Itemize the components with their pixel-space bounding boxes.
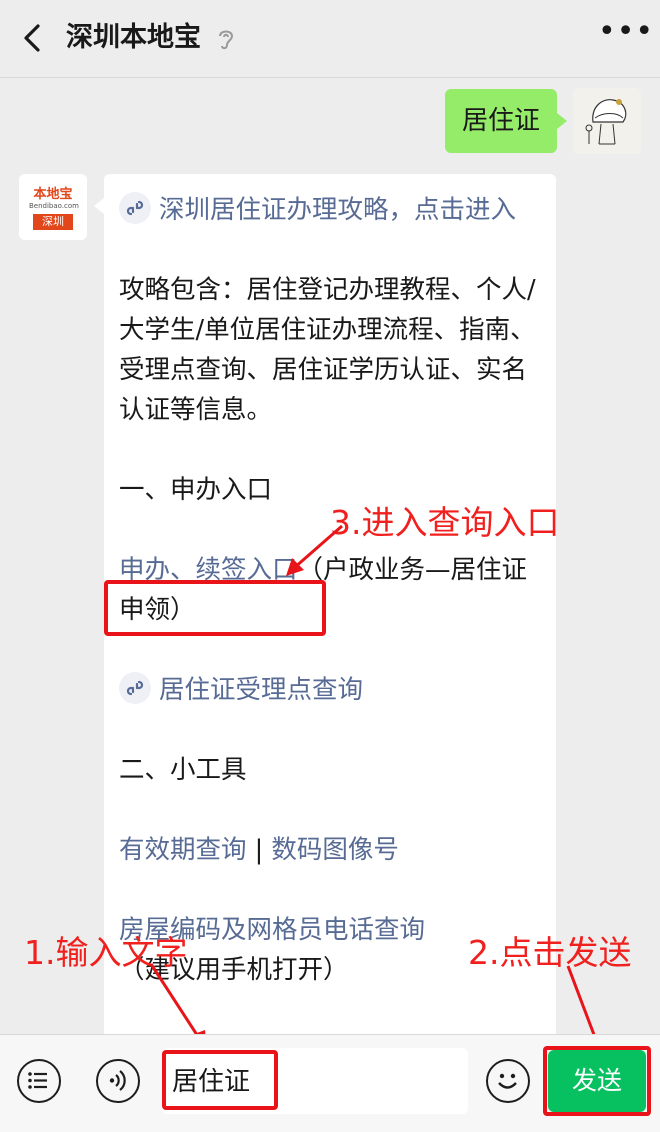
annotation-box-apply-link xyxy=(104,580,326,636)
official-account-avatar[interactable]: 本地宝 Bendibao.com 深圳 xyxy=(19,174,87,240)
user-avatar[interactable] xyxy=(573,88,641,154)
emoji-icon xyxy=(498,1073,517,1089)
mini-program-icon xyxy=(119,192,151,224)
intro-text: 攻略包含：居住登记办理教程、个人/大学生/单位居住证办理流程、指南、受理点查询、… xyxy=(119,275,536,425)
user-message-bubble[interactable]: 居住证 xyxy=(445,89,567,153)
emoji-button[interactable] xyxy=(486,1059,530,1103)
tool-separator: | xyxy=(246,835,272,865)
mini-program-icon xyxy=(119,672,151,704)
logo-subtext: Bendibao.com xyxy=(29,202,80,210)
validity-query-link[interactable]: 有效期查询 xyxy=(119,835,247,865)
menu-list-button[interactable] xyxy=(17,1059,61,1103)
annotation-step-3: 3.进入查询入口 xyxy=(330,503,560,542)
chat-title: 深圳本地宝 xyxy=(66,22,201,53)
digital-image-number-link[interactable]: 数码图像号 xyxy=(271,835,399,865)
voice-input-button[interactable] xyxy=(96,1059,140,1103)
annotation-box-input xyxy=(162,1050,278,1110)
top-bar: 深圳本地宝 ••• xyxy=(0,0,660,78)
service-point-link[interactable]: 居住证受理点查询 xyxy=(159,675,363,705)
guide-link[interactable]: 深圳居住证办理攻略，点击进入 xyxy=(159,195,516,225)
annotation-arrow-3 xyxy=(286,524,343,576)
menu-list-icon xyxy=(28,1072,47,1089)
annotation-box-send xyxy=(543,1046,651,1116)
section-2-heading: 二、小工具 xyxy=(119,755,247,785)
ear-icon xyxy=(219,30,234,50)
logo-city-badge: 深圳 xyxy=(33,214,73,230)
chevron-left-icon[interactable] xyxy=(18,18,50,58)
guide-link-row[interactable]: 深圳居住证办理攻略，点击进入 xyxy=(119,190,544,230)
service-point-row[interactable]: 居住证受理点查询 xyxy=(119,670,544,710)
cartoon-girl-icon xyxy=(573,88,641,154)
logo-text: 本地宝 xyxy=(33,187,73,202)
voice-icon xyxy=(109,1070,126,1091)
more-options-button[interactable]: ••• xyxy=(598,17,653,56)
tools-row: 有效期查询 | 数码图像号 xyxy=(119,830,544,870)
